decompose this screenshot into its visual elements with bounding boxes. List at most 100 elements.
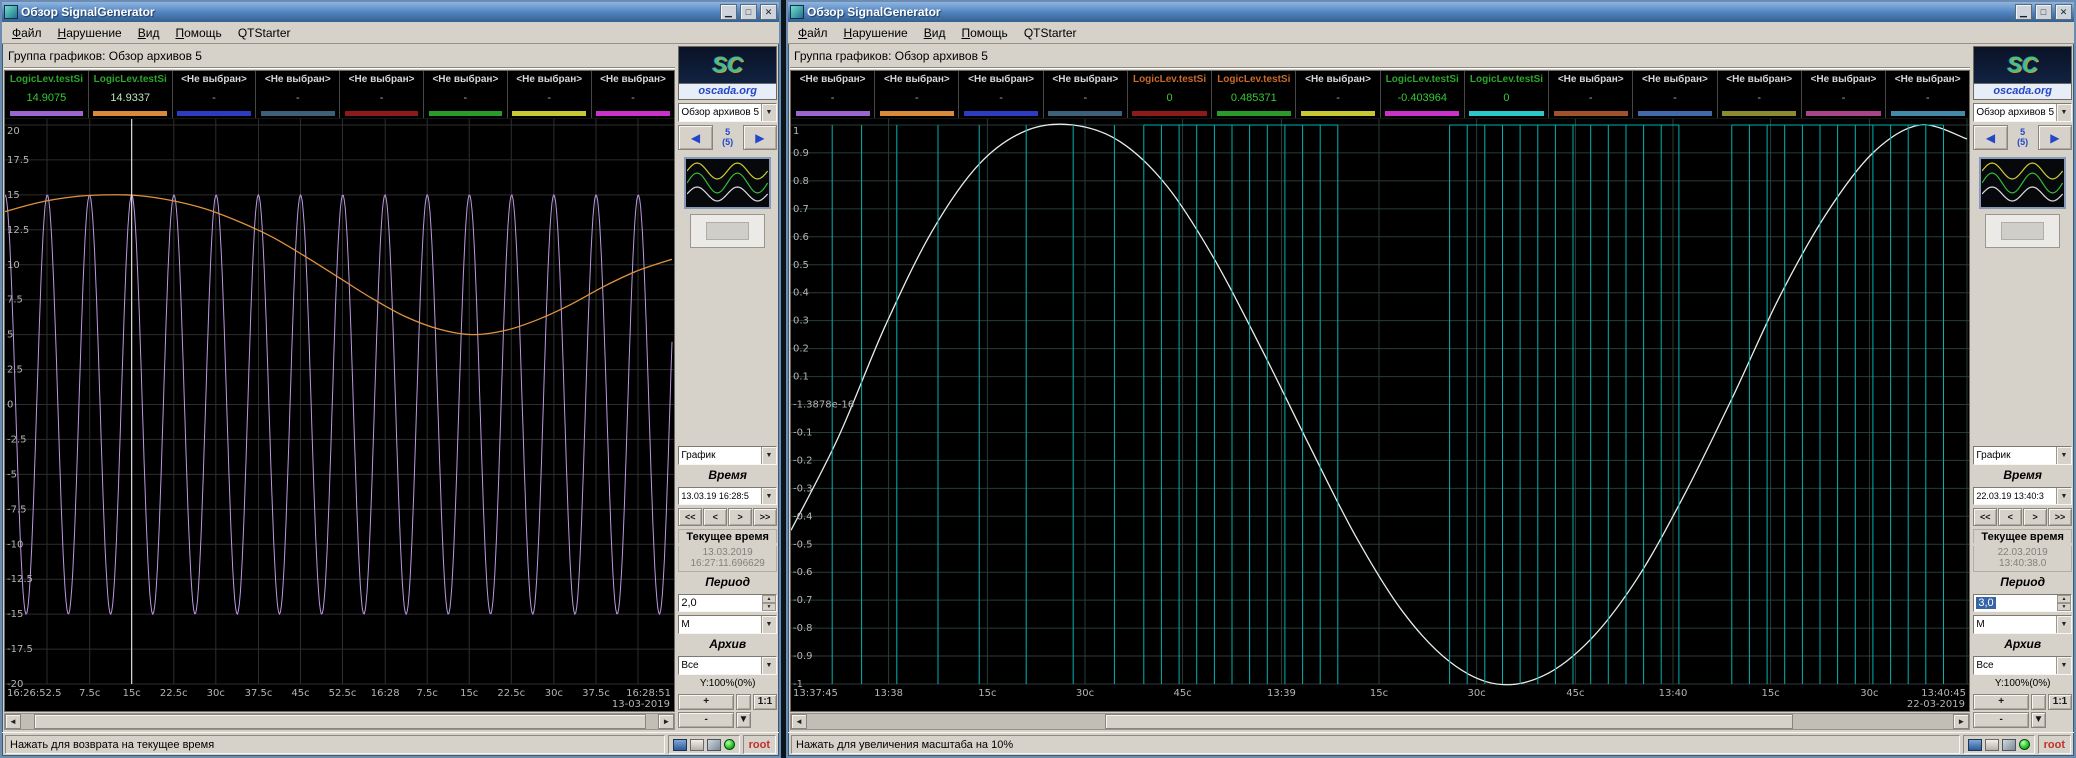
menu-item-qtstarter[interactable]: QTStarter	[1016, 24, 1085, 42]
menu-item-view[interactable]: Вид	[916, 24, 954, 42]
spin-up-icon[interactable]: ▲	[762, 595, 776, 603]
archive-combobox[interactable]: Все ▼	[1973, 656, 2072, 675]
display-icon[interactable]	[673, 739, 687, 751]
network-icon[interactable]	[707, 739, 721, 751]
chart-plot[interactable]: 2017.51512.5107.552.50-2.5-5-7.5-10-12.5…	[5, 119, 674, 711]
jump-end-button[interactable]: >>	[753, 508, 777, 526]
close-button[interactable]: ✕	[2055, 4, 2072, 20]
view-combobox[interactable]: График ▼	[678, 446, 777, 465]
chevron-down-icon[interactable]: ▼	[761, 657, 776, 674]
scrollbar-thumb[interactable]	[1105, 714, 1793, 729]
titlebar[interactable]: Обзор SignalGenerator ▁ □ ✕	[2, 2, 779, 22]
signal-cell[interactable]: <Не выбран>-	[875, 71, 959, 118]
zoom-mid-button[interactable]	[736, 694, 751, 710]
signal-cell[interactable]: <Не выбран>-	[1718, 71, 1802, 118]
step-back-button[interactable]: <	[1998, 508, 2022, 526]
chevron-down-icon[interactable]: ▼	[2056, 104, 2071, 121]
signal-cell[interactable]: <Не выбран>-	[173, 71, 257, 118]
menu-item-qtstarter[interactable]: QTStarter	[230, 24, 299, 42]
minimize-button[interactable]: ▁	[720, 4, 737, 20]
scroll-left-icon[interactable]: ◄	[5, 714, 21, 729]
menu-item-alarm[interactable]: Нарушение	[836, 24, 916, 42]
menu-item-view[interactable]: Вид	[130, 24, 168, 42]
graph-thumbnail-selected[interactable]	[684, 157, 771, 209]
graph-thumbnail[interactable]	[1985, 214, 2060, 248]
scrollbar-thumb[interactable]	[34, 714, 646, 729]
signal-cell[interactable]: LogicLev.testSi14.9075	[5, 71, 89, 118]
scroll-right-icon[interactable]: ►	[658, 714, 674, 729]
user-badge[interactable]: root	[743, 735, 776, 754]
step-forward-button[interactable]: >	[728, 508, 752, 526]
period-unit-combobox[interactable]: М ▼	[678, 615, 777, 634]
signal-cell[interactable]: <Не выбран>-	[1802, 71, 1886, 118]
signal-cell[interactable]: <Не выбран>-	[1886, 71, 1969, 118]
chevron-down-icon[interactable]: ▼	[761, 104, 776, 121]
archive-group-combobox[interactable]: Обзор архивов 5 ▼	[678, 103, 777, 122]
signal-cell[interactable]: <Не выбран>-	[1044, 71, 1128, 118]
chart-plot[interactable]: 10.90.80.70.60.50.40.30.20.1-1.3878e-16-…	[791, 119, 1969, 711]
zoom-out-button[interactable]: -	[678, 712, 734, 728]
jump-end-button[interactable]: >>	[2048, 508, 2072, 526]
chevron-down-icon[interactable]: ▼	[2056, 657, 2071, 674]
menu-item-alarm[interactable]: Нарушение	[50, 24, 130, 42]
step-back-button[interactable]: <	[703, 508, 727, 526]
zoom-mid-button[interactable]	[2031, 694, 2046, 710]
printer-icon[interactable]	[1985, 739, 1999, 751]
zoom-in-button[interactable]: +	[1973, 694, 2029, 710]
signal-cell[interactable]: LogicLev.testSi14.9337	[89, 71, 173, 118]
period-spinbox[interactable]: 2,0 ▲ ▼	[678, 594, 777, 612]
signal-cell[interactable]: LogicLev.testSi0	[1128, 71, 1212, 118]
scroll-left-icon[interactable]: ◄	[791, 714, 807, 729]
zoom-in-button[interactable]: +	[678, 694, 734, 710]
chevron-down-icon[interactable]: ▼	[2056, 488, 2071, 504]
chevron-down-icon[interactable]: ▼	[2056, 616, 2071, 633]
chevron-down-icon[interactable]: ▼	[761, 488, 776, 504]
signal-cell[interactable]: <Не выбран>-	[959, 71, 1043, 118]
next-page-button[interactable]: ▶	[743, 125, 777, 150]
signal-cell[interactable]: <Не выбран>-	[256, 71, 340, 118]
archive-group-combobox[interactable]: Обзор архивов 5 ▼	[1973, 103, 2072, 122]
spin-down-icon[interactable]: ▼	[762, 603, 776, 611]
signal-cell[interactable]: LogicLev.testSi-0.403964	[1381, 71, 1465, 118]
menu-item-help[interactable]: Помощь	[167, 24, 229, 42]
display-icon[interactable]	[1968, 739, 1982, 751]
signal-cell[interactable]: LogicLev.testSi0.485371	[1212, 71, 1296, 118]
jump-start-button[interactable]: <<	[1973, 508, 1997, 526]
datetime-combobox[interactable]: 13.03.19 16:28:5 ▼	[678, 487, 777, 505]
horizontal-scrollbar[interactable]: ◄ ►	[790, 713, 1970, 730]
chart-widget[interactable]: LogicLev.testSi14.9075LogicLev.testSi14.…	[4, 70, 675, 712]
zoom-out-button[interactable]: -	[1973, 712, 2029, 728]
next-page-button[interactable]: ▶	[2038, 125, 2072, 150]
user-badge[interactable]: root	[2038, 735, 2071, 754]
scrollbar-track[interactable]	[21, 714, 658, 729]
signal-cell[interactable]: <Не выбран>-	[1549, 71, 1633, 118]
signal-cell[interactable]: <Не выбран>-	[1633, 71, 1717, 118]
spin-up-icon[interactable]: ▲	[2057, 595, 2071, 603]
jump-start-button[interactable]: <<	[678, 508, 702, 526]
period-unit-combobox[interactable]: М ▼	[1973, 615, 2072, 634]
view-combobox[interactable]: График ▼	[1973, 446, 2072, 465]
graph-thumbnail[interactable]	[690, 214, 765, 248]
chevron-down-icon[interactable]: ▼	[761, 447, 776, 464]
period-spinbox[interactable]: 3,0 ▲ ▼	[1973, 594, 2072, 612]
signal-cell[interactable]: LogicLev.testSi0	[1465, 71, 1549, 118]
menu-item-file[interactable]: Файл	[4, 24, 50, 42]
zoom-down-icon[interactable]: ▼	[2031, 712, 2046, 728]
close-button[interactable]: ✕	[760, 4, 777, 20]
network-icon[interactable]	[2002, 739, 2016, 751]
zoom-down-icon[interactable]: ▼	[736, 712, 751, 728]
signal-cell[interactable]: <Не выбран>-	[424, 71, 508, 118]
menu-item-help[interactable]: Помощь	[953, 24, 1015, 42]
scroll-right-icon[interactable]: ►	[1953, 714, 1969, 729]
archive-combobox[interactable]: Все ▼	[678, 656, 777, 675]
prev-page-button[interactable]: ◀	[678, 125, 712, 150]
menu-item-file[interactable]: Файл	[790, 24, 836, 42]
zoom-reset-button[interactable]: 1:1	[2048, 694, 2072, 710]
signal-cell[interactable]: <Не выбран>-	[340, 71, 424, 118]
maximize-button[interactable]: □	[2035, 4, 2052, 20]
graph-thumbnail-selected[interactable]	[1979, 157, 2066, 209]
chart-widget[interactable]: <Не выбран>-<Не выбран>-<Не выбран>-<Не …	[790, 70, 1970, 712]
scrollbar-track[interactable]	[807, 714, 1953, 729]
spin-down-icon[interactable]: ▼	[2057, 603, 2071, 611]
datetime-combobox[interactable]: 22.03.19 13:40:3 ▼	[1973, 487, 2072, 505]
